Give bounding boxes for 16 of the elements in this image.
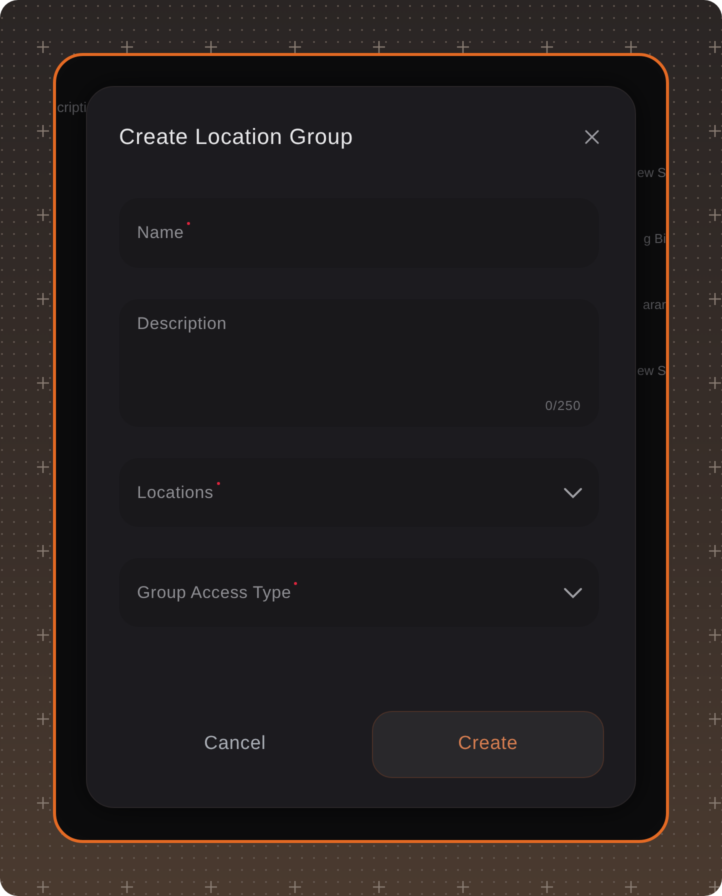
name-field[interactable]: Name xyxy=(119,198,599,268)
background-text: ew S xyxy=(637,362,666,380)
select-field[interactable]: Group Access Type xyxy=(119,558,599,627)
background-text: cripti xyxy=(57,98,87,117)
dialog-title: Create Location Group xyxy=(119,123,354,151)
select-field[interactable]: Locations xyxy=(119,458,599,527)
character-counter: 0/250 xyxy=(545,396,581,414)
chevron-down-icon xyxy=(563,486,583,498)
create-button[interactable]: Create xyxy=(372,711,604,778)
background-text: arar xyxy=(642,296,666,314)
description-field[interactable]: Description 0/250 xyxy=(119,299,599,427)
close-icon[interactable] xyxy=(585,130,599,144)
cancel-button[interactable]: Cancel xyxy=(119,711,351,778)
chevron-down-icon xyxy=(563,586,583,598)
background-text: ew S xyxy=(637,164,666,182)
background-text: g Bi xyxy=(644,230,666,248)
